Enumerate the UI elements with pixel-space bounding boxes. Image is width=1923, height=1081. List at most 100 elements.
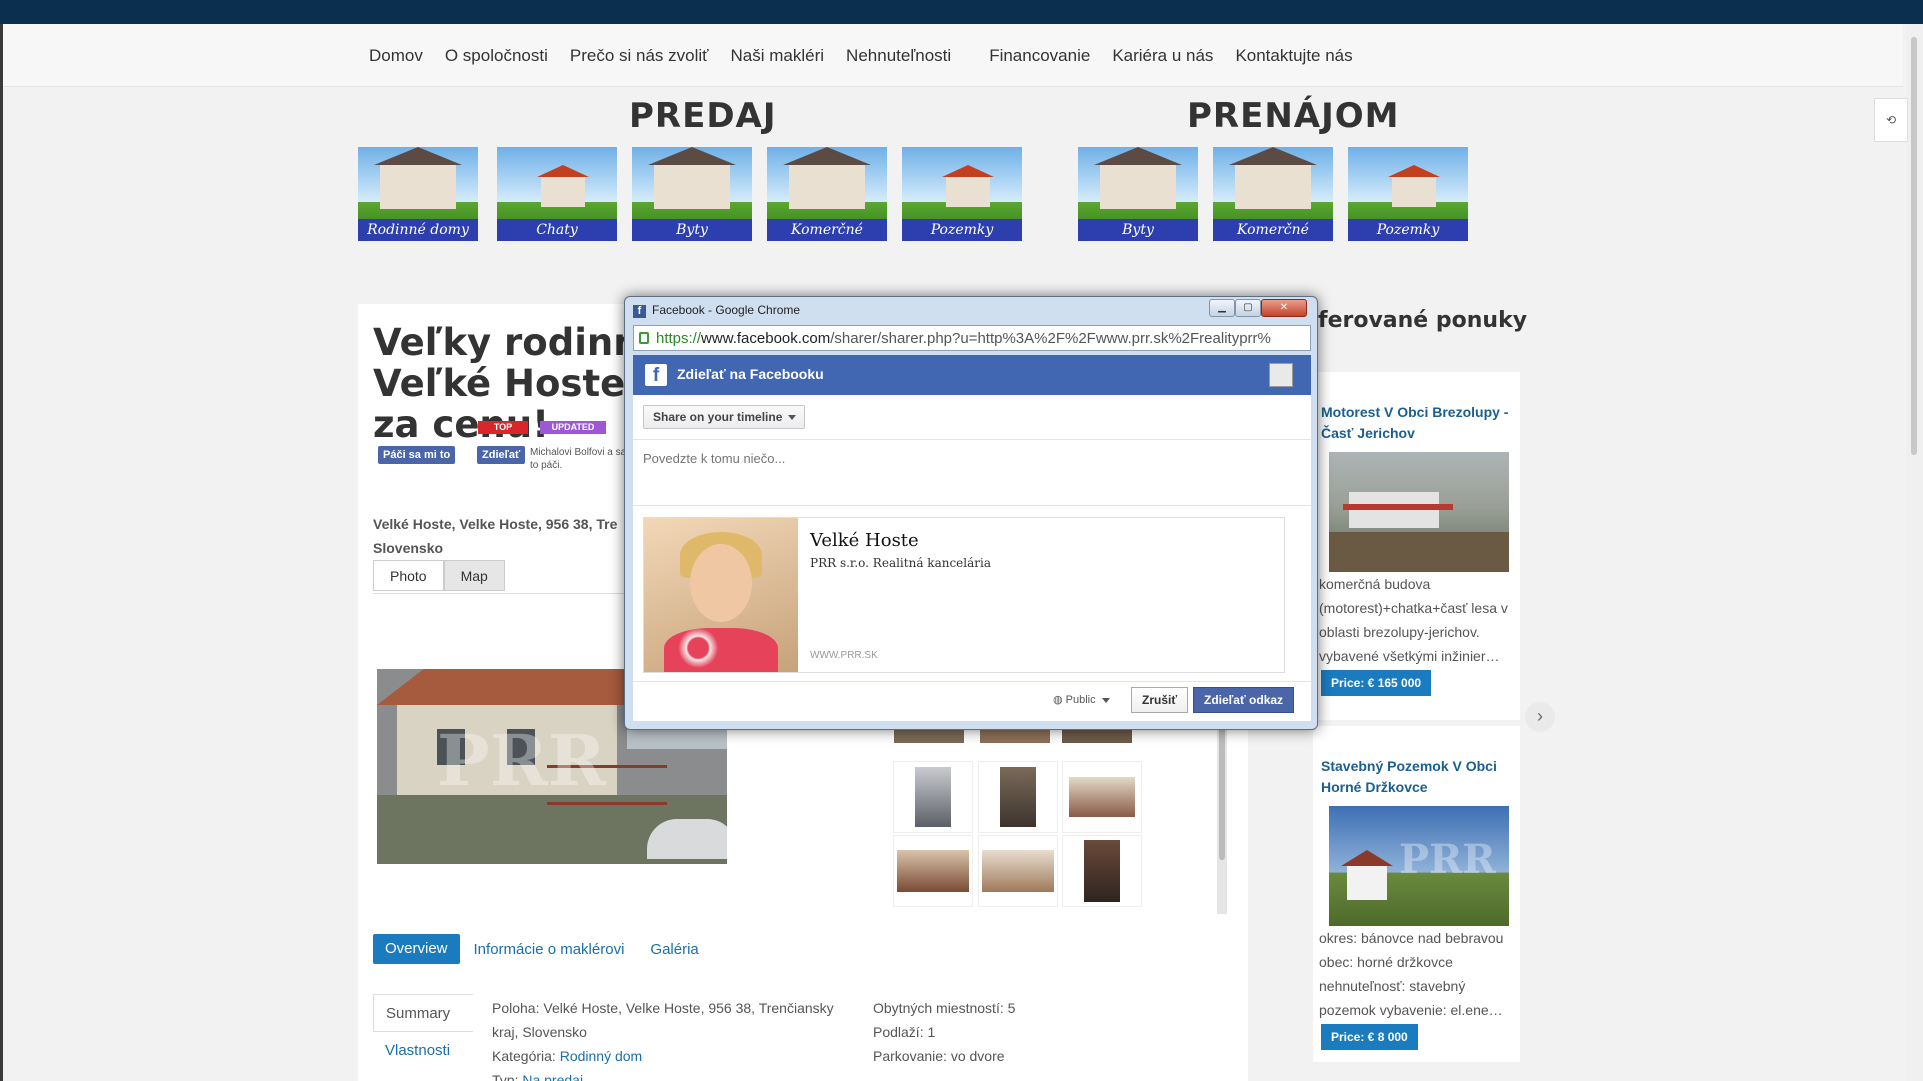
nav-item-career[interactable]: Kariéra u nás [1112,46,1213,66]
nav-item-agents[interactable]: Naši makléri [731,46,825,66]
tile-rent-commercial[interactable]: Komerčné objekty [1213,147,1333,241]
gallery-thumbnail[interactable] [978,835,1058,907]
offer-image[interactable] [1329,452,1509,572]
tab-properties[interactable]: Vlastnosti [373,1032,473,1070]
gallery-thumbnail[interactable] [1062,835,1142,907]
preview-title: Velké Hoste [810,530,919,551]
tile-sale-land[interactable]: Pozemky [902,147,1022,241]
category-link[interactable]: Rodinný dom [560,1048,643,1064]
property-address: Velké Hoste, Velke Hoste, 956 38, Tre Sl… [373,516,618,556]
nav-item-financing[interactable]: Financovanie [989,46,1090,66]
offered-heading: ferované ponuky [1318,308,1528,333]
preview-domain: WWW.PRR.SK [810,650,878,661]
preview-subtitle: PRR s.r.o. Realitná kancelária [810,556,991,570]
facebook-logo-icon: f [645,364,667,386]
facebook-icon: f [633,305,646,318]
rent-heading: PRENÁJOM [1187,96,1400,136]
fb-dialog-title: Zdieľať na Facebooku [677,366,824,382]
share-side-icon[interactable]: ⟲ [1874,98,1908,142]
tile-sale-commercial[interactable]: Komerčné objekty [767,147,887,241]
photo-watermark: PRR [437,719,606,802]
preview-image [644,518,798,672]
parking-value: Parkovanie: vo dvore [873,1048,1005,1064]
offer-title[interactable]: Stavebný Pozemok V Obci Horné Držkovce [1321,756,1517,798]
tab-map[interactable]: Map [443,560,505,591]
thumbnail-strip [890,729,1140,743]
link-preview[interactable]: Velké Hoste PRR s.r.o. Realitná kancelár… [643,517,1285,673]
floors-value: Podlaží: 1 [873,1024,936,1040]
offer-card[interactable]: Stavebný Pozemok V Obci Horné Držkovce P… [1313,726,1520,1062]
fb-share-button[interactable]: Zdieľať [477,446,526,464]
close-button[interactable]: ✕ [1261,299,1307,317]
gallery-thumbnail[interactable] [978,761,1058,833]
tab-gallery[interactable]: Galéria [650,941,698,958]
rooms-value: Obytných miestností: 5 [873,1000,1016,1016]
popup-window-title: Facebook - Google Chrome [652,303,801,317]
maximize-button[interactable]: ▢ [1235,299,1261,317]
tile-sale-cottages[interactable]: Chaty [497,147,617,241]
tab-photo[interactable]: Photo [373,560,444,591]
divider [633,681,1311,682]
nav-item-home[interactable]: Domov [369,46,423,66]
top-badge: TOP [478,421,528,434]
offer-price-badge[interactable]: Price: € 8 000 [1321,1024,1418,1050]
offer-price-badge[interactable]: Price: € 165 000 [1321,670,1432,696]
tile-rent-land[interactable]: Pozemky [1348,147,1468,241]
page-scrollbar[interactable] [1906,24,1923,1081]
tile-sale-family-houses[interactable]: Rodinné domy [358,147,478,241]
tab-overview[interactable]: Overview [373,934,460,964]
tab-agent-info[interactable]: Informácie o maklérovi [474,941,625,958]
tile-label: Byty [1078,219,1198,241]
share-target-dropdown[interactable]: Share on your timeline [643,405,806,429]
top-strip [0,0,1923,24]
address-bar[interactable]: https://www.facebook.com/sharer/sharer.p… [633,325,1311,351]
divider [633,505,1311,506]
tile-label: Komerčné objekty [1213,219,1333,241]
offer-card[interactable]: Motorest V Obci Brezolupy - Časť Jericho… [1313,372,1520,720]
fb-like-label: Páči sa mi to [383,449,451,461]
scrollbar-thumb[interactable] [1910,36,1918,456]
updated-badge: UPDATED [540,421,606,434]
divider [633,439,1311,440]
cancel-button[interactable]: Zrušiť [1131,687,1189,713]
tile-label: Rodinné domy [358,219,478,241]
minimize-button[interactable]: ▁ [1209,299,1235,317]
location-label: Poloha: [492,1000,540,1016]
summary-features: Obytných miestností: 5 Podlaží: 1 Parkov… [873,996,1113,1068]
audience-label: Public [1065,694,1096,706]
location-value: Velké Hoste, Velke Hoste, 956 38, Trenči… [492,1000,834,1040]
gallery-thumbnail[interactable] [1062,761,1142,833]
tile-rent-flats[interactable]: Byty [1078,147,1198,241]
share-message-input[interactable] [643,451,1293,501]
user-avatar[interactable] [1269,363,1293,387]
nav-item-why-us[interactable]: Prečo si nás zvoliť [570,46,709,66]
tab-summary[interactable]: Summary [373,994,473,1032]
property-tabs: Overview Informácie o maklérovi Galéria [373,934,699,964]
carousel-next-icon[interactable]: › [1525,702,1555,732]
gallery-thumbnail[interactable] [893,761,973,833]
category-label: Kategória: [492,1048,556,1064]
type-link[interactable]: Na predaj [522,1072,583,1081]
gallery-scrollbar[interactable] [1217,700,1227,914]
offer-title[interactable]: Motorest V Obci Brezolupy - Časť Jericho… [1321,402,1517,444]
nav-item-about[interactable]: O spoločnosti [445,46,548,66]
nav-item-properties[interactable]: Nehnuteľnosti [846,46,951,66]
share-link-button[interactable]: Zdieľať odkaz [1193,687,1295,713]
tile-label: Byty [632,219,752,241]
audience-selector[interactable]: ◍ Public [1053,693,1110,706]
tile-label: Pozemky [1348,219,1468,241]
photo-map-tabs: Photo Map [373,560,505,591]
url-host: www.facebook.com [701,330,831,347]
facebook-share-popup: f Facebook - Google Chrome ▁ ▢ ✕ https:/… [624,296,1318,730]
fb-like-button[interactable]: Páči sa mi to [378,446,456,464]
offer-image[interactable]: PRR [1329,806,1509,926]
nav-menu: Domov O spoločnosti Prečo si nás zvoliť … [369,46,1375,66]
lock-icon [639,332,649,344]
gallery-thumbnail[interactable] [893,835,973,907]
main-nav: Domov O spoločnosti Prečo si nás zvoliť … [3,24,1903,87]
tile-sale-flats[interactable]: Byty [632,147,752,241]
offer-description: okres: bánovce nad bebravou obec: horné … [1319,930,1504,1018]
popup-titlebar[interactable]: f Facebook - Google Chrome ▁ ▢ ✕ [625,297,1317,323]
nav-item-contact[interactable]: Kontaktujte nás [1235,46,1352,66]
fb-dialog-header: f Zdieľať na Facebooku [633,355,1311,395]
